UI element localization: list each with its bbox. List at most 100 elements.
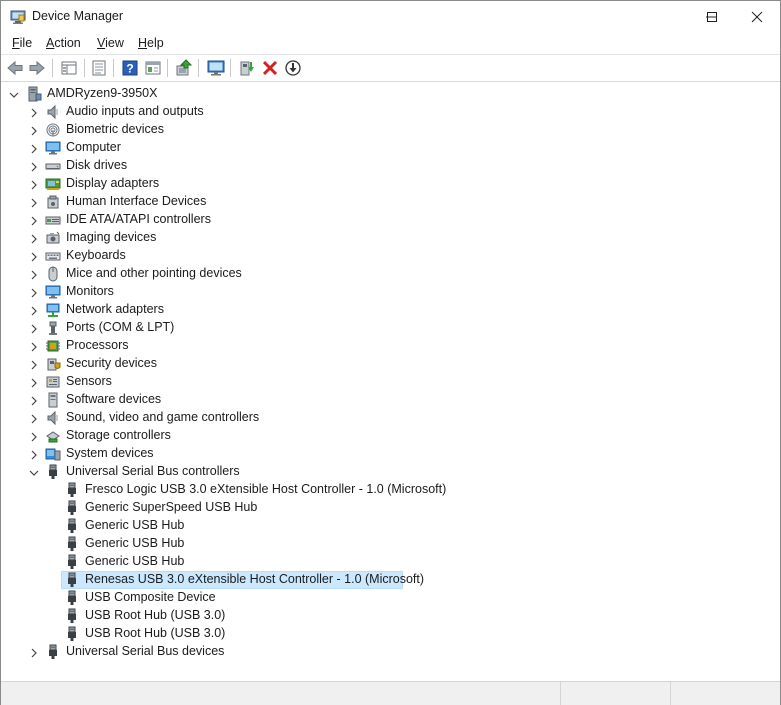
tree-device[interactable]: Generic USB Hub [1, 553, 780, 571]
expand-chevron-icon[interactable] [29, 305, 39, 316]
tree-device[interactable]: USB Root Hub (USB 3.0) [1, 625, 780, 643]
speaker-icon [47, 104, 58, 120]
device-manager-window: Device Manager File Action View Help ? A… [0, 0, 781, 705]
tree-category[interactable]: Sensors [1, 373, 780, 391]
usb-icon [68, 500, 76, 515]
tree-category[interactable]: Imaging devices [1, 229, 780, 247]
display-adapter-icon [45, 178, 61, 190]
tree-category[interactable]: Storage controllers [1, 427, 780, 445]
device-tree[interactable]: AMDRyzen9-3950X Audio inputs and outputs B… [1, 83, 780, 679]
software-icon [48, 392, 58, 408]
tree-item-label: Sound, video and game controllers [66, 410, 260, 424]
help-button[interactable]: ? [120, 58, 140, 78]
properties-button[interactable] [89, 58, 109, 78]
tree-item-label: Generic USB Hub [85, 518, 185, 532]
collapse-chevron-icon[interactable] [9, 89, 19, 99]
tree-category[interactable]: System devices [1, 445, 780, 463]
uninstall-device-button[interactable] [260, 58, 280, 78]
tree-category[interactable]: Network adapters [1, 301, 780, 319]
tree-category[interactable]: Audio inputs and outputs [1, 103, 780, 121]
keyboard-icon [45, 248, 61, 264]
show-hidden-button[interactable] [143, 58, 163, 78]
tree-category[interactable]: Computer [1, 139, 780, 157]
disable-device-button[interactable] [283, 58, 303, 78]
tree-category[interactable]: Human Interface Devices [1, 193, 780, 211]
tree-category[interactable]: Monitors [1, 283, 780, 301]
mouse-icon [45, 266, 61, 282]
back-button[interactable] [5, 58, 25, 78]
expand-chevron-icon[interactable] [29, 449, 39, 460]
tree-device[interactable]: Generic USB Hub [1, 517, 780, 535]
port-icon [49, 321, 57, 335]
expand-chevron-icon[interactable] [29, 215, 39, 226]
close-button[interactable] [734, 1, 780, 32]
expand-chevron-icon[interactable] [29, 287, 39, 298]
tree-category[interactable]: Biometric devices [1, 121, 780, 139]
status-cell [560, 682, 670, 705]
status-bar [1, 681, 780, 705]
expand-chevron-icon[interactable] [29, 359, 39, 370]
tree-category[interactable]: Software devices [1, 391, 780, 409]
expand-chevron-icon[interactable] [29, 395, 39, 406]
tree-category[interactable]: IDE ATA/ATAPI controllers [1, 211, 780, 229]
tree-category[interactable]: Universal Serial Bus devices [1, 643, 780, 661]
tree-item-label: Storage controllers [66, 428, 171, 442]
tree-category[interactable]: Disk drives [1, 157, 780, 175]
expand-chevron-icon[interactable] [29, 341, 39, 352]
enable-device-button[interactable] [237, 58, 257, 78]
expand-chevron-icon[interactable] [29, 431, 39, 442]
expand-chevron-icon[interactable] [29, 323, 39, 334]
tree-category[interactable]: Sound, video and game controllers [1, 409, 780, 427]
menu-file[interactable]: File [12, 36, 32, 50]
menu-help[interactable]: Help [138, 36, 164, 50]
expand-chevron-icon[interactable] [29, 179, 39, 190]
expand-chevron-icon[interactable] [29, 197, 39, 208]
tree-category[interactable]: Universal Serial Bus controllers [1, 463, 780, 481]
tree-category[interactable]: Processors [1, 337, 780, 355]
tree-device[interactable]: USB Composite Device [1, 589, 780, 607]
expand-chevron-icon[interactable] [29, 413, 39, 424]
computer-icon [28, 86, 42, 102]
expand-chevron-icon[interactable] [29, 143, 39, 154]
tree-root-computer[interactable]: AMDRyzen9-3950X [1, 85, 780, 103]
maximize-button[interactable] [689, 1, 735, 32]
usb-icon [49, 644, 57, 659]
collapse-chevron-icon[interactable] [29, 467, 39, 477]
tree-category[interactable]: Mice and other pointing devices [1, 265, 780, 283]
title-bar[interactable]: Device Manager [1, 1, 780, 32]
usb-icon [64, 554, 80, 570]
tree-device[interactable]: Generic SuperSpeed USB Hub [1, 499, 780, 517]
expand-chevron-icon[interactable] [29, 107, 39, 118]
tree-category[interactable]: Security devices [1, 355, 780, 373]
expand-chevron-icon[interactable] [29, 377, 39, 388]
menu-action[interactable]: Action [46, 36, 81, 50]
expand-chevron-icon[interactable] [29, 161, 39, 172]
properties-grid-icon [61, 61, 77, 75]
speaker-icon [45, 410, 61, 426]
display-adapter-icon [45, 176, 61, 192]
expand-chevron-icon[interactable] [29, 251, 39, 262]
expand-chevron-icon[interactable] [29, 647, 39, 658]
expand-chevron-icon[interactable] [29, 233, 39, 244]
expand-chevron-icon[interactable] [29, 269, 39, 280]
update-driver-icon [176, 59, 193, 76]
forward-button[interactable] [27, 58, 47, 78]
tree-device[interactable]: Generic USB Hub [1, 535, 780, 553]
toolbar-separator [230, 59, 231, 77]
toolbar-separator [52, 59, 53, 77]
tree-device[interactable]: Renesas USB 3.0 eXtensible Host Controll… [1, 571, 780, 589]
tree-device[interactable]: Fresco Logic USB 3.0 eXtensible Host Con… [1, 481, 780, 499]
system-icon [45, 448, 61, 461]
expand-chevron-icon[interactable] [29, 125, 39, 136]
tree-device[interactable]: USB Root Hub (USB 3.0) [1, 607, 780, 625]
show-hidden-icon [145, 61, 161, 75]
update-driver-button[interactable] [174, 58, 194, 78]
show-hide-console-button[interactable] [59, 58, 79, 78]
tree-category[interactable]: Display adapters [1, 175, 780, 193]
scan-hardware-button[interactable] [206, 58, 226, 78]
tree-item-label: IDE ATA/ATAPI controllers [66, 212, 211, 226]
menu-view[interactable]: View [97, 36, 124, 50]
tree-category[interactable]: Ports (COM & LPT) [1, 319, 780, 337]
tree-category[interactable]: Keyboards [1, 247, 780, 265]
speaker-icon [47, 410, 58, 426]
